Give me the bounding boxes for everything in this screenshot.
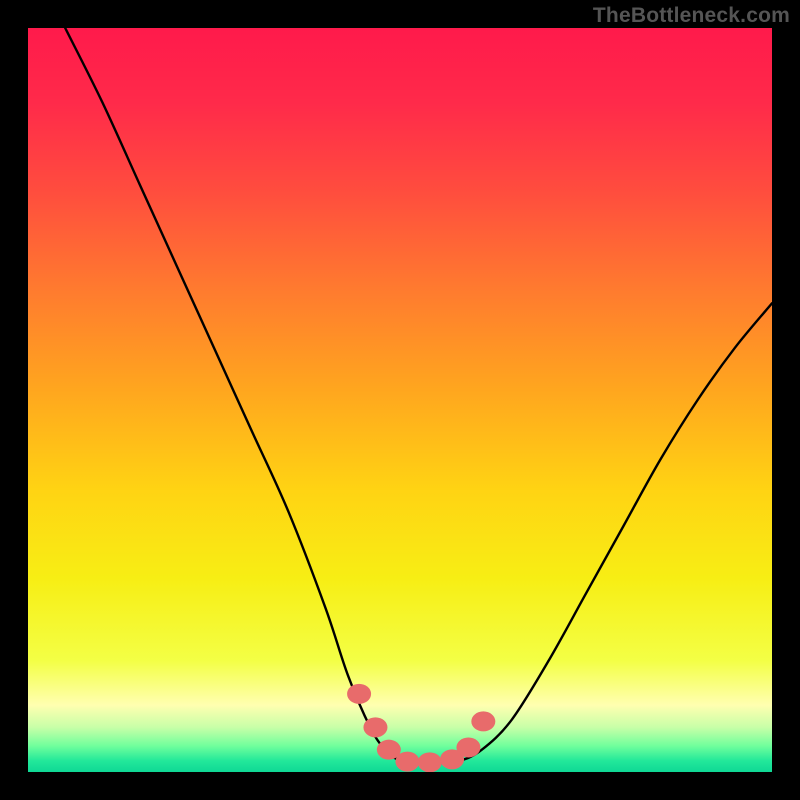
bottleneck-curve [65, 28, 772, 763]
highlight-markers [347, 684, 495, 772]
marker-point [418, 752, 442, 772]
marker-point [471, 711, 495, 731]
marker-point [363, 717, 387, 737]
curve-layer [28, 28, 772, 772]
plot-area [28, 28, 772, 772]
watermark-text: TheBottleneck.com [593, 4, 790, 28]
marker-point [456, 737, 480, 757]
marker-point [347, 684, 371, 704]
marker-point [395, 752, 419, 772]
chart-frame: TheBottleneck.com [0, 0, 800, 800]
